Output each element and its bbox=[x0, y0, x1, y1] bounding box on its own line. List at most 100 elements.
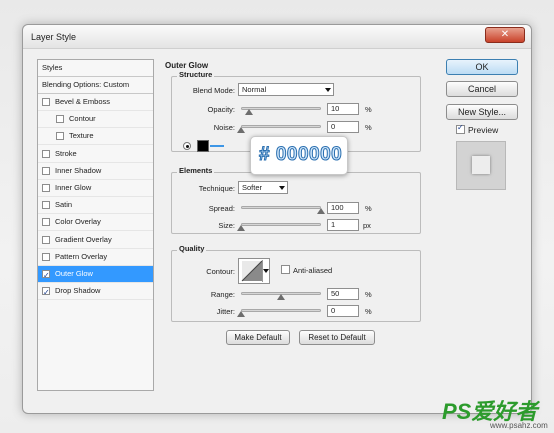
technique-label: Technique: bbox=[198, 184, 235, 193]
size-slider[interactable] bbox=[241, 223, 321, 226]
style-item[interactable]: Color Overlay bbox=[38, 214, 153, 232]
style-item-label: Bevel & Emboss bbox=[55, 97, 111, 106]
spread-slider-thumb[interactable] bbox=[317, 208, 325, 214]
range-input[interactable]: 50 bbox=[327, 288, 359, 300]
glow-color-swatch[interactable] bbox=[197, 140, 209, 152]
contour-dropdown[interactable] bbox=[262, 260, 269, 282]
styles-list-panel: Styles Blending Options: Custom Bevel & … bbox=[37, 59, 154, 391]
title-bar[interactable]: Layer Style ✕ bbox=[23, 25, 531, 49]
style-checkbox[interactable] bbox=[42, 252, 50, 261]
blend-mode-value: Normal bbox=[242, 85, 267, 94]
style-item[interactable]: Stroke bbox=[38, 146, 153, 163]
styles-header[interactable]: Styles bbox=[38, 60, 153, 77]
style-checkbox[interactable] bbox=[42, 98, 50, 106]
style-checkbox[interactable] bbox=[42, 184, 50, 192]
size-slider-thumb[interactable] bbox=[237, 225, 245, 231]
anti-aliased-label: Anti-aliased bbox=[293, 266, 333, 275]
style-item-label: Outer Glow bbox=[55, 269, 93, 278]
percent-unit: % bbox=[365, 123, 372, 132]
jitter-label: Jitter: bbox=[216, 307, 235, 316]
style-checkbox[interactable] bbox=[42, 218, 50, 227]
reset-to-default-button[interactable]: Reset to Default bbox=[299, 330, 375, 345]
close-button[interactable]: ✕ bbox=[485, 27, 525, 43]
color-callout: # 000000 bbox=[250, 136, 348, 175]
style-checkbox[interactable] bbox=[42, 149, 50, 158]
radio-dot-icon bbox=[185, 144, 189, 148]
style-checkbox[interactable] bbox=[56, 115, 64, 124]
style-item[interactable]: Pattern Overlay bbox=[38, 249, 153, 266]
style-item-label: Texture bbox=[69, 131, 94, 141]
chevron-down-icon bbox=[263, 269, 269, 273]
noise-slider[interactable] bbox=[241, 125, 321, 128]
anti-aliased-checkbox[interactable] bbox=[281, 265, 290, 274]
size-input[interactable]: 1 bbox=[327, 219, 359, 231]
style-item[interactable]: Bevel & Emboss bbox=[38, 94, 153, 111]
range-label: Range: bbox=[210, 290, 235, 299]
style-checkbox[interactable] bbox=[42, 268, 50, 284]
ok-button[interactable]: OK bbox=[446, 59, 518, 75]
spread-input[interactable]: 100 bbox=[327, 202, 359, 214]
opacity-slider-thumb[interactable] bbox=[245, 109, 253, 115]
percent-unit: % bbox=[365, 290, 372, 299]
style-item[interactable]: Outer Glow bbox=[38, 266, 153, 284]
style-item[interactable]: Drop Shadow bbox=[38, 283, 153, 301]
style-item-label: Satin bbox=[55, 200, 73, 210]
chevron-down-icon bbox=[325, 88, 331, 92]
preview-checkbox[interactable]: ✓ bbox=[456, 123, 465, 134]
style-checkbox[interactable] bbox=[42, 285, 50, 301]
style-checkbox[interactable] bbox=[42, 235, 50, 244]
style-item[interactable]: Satin bbox=[38, 197, 153, 215]
opacity-label: Opacity: bbox=[207, 105, 235, 114]
technique-value: Softer bbox=[242, 183, 263, 192]
outer-glow-title: Outer Glow bbox=[165, 61, 209, 70]
window-title: Layer Style bbox=[31, 32, 77, 42]
watermark: PS爱好者 www.psahz.com bbox=[438, 394, 554, 433]
style-item-label: Inner Shadow bbox=[55, 165, 102, 175]
opacity-slider[interactable] bbox=[241, 107, 321, 110]
color-hex-callout: # 000000 bbox=[258, 144, 343, 166]
style-item[interactable]: Texture bbox=[38, 128, 153, 146]
percent-unit: % bbox=[365, 307, 372, 316]
style-checkbox[interactable] bbox=[42, 166, 50, 175]
preview-swatch bbox=[472, 156, 490, 174]
blend-mode-select[interactable]: Normal bbox=[238, 83, 334, 96]
style-item-label: Pattern Overlay bbox=[55, 251, 108, 261]
jitter-input[interactable]: 0 bbox=[327, 305, 359, 317]
preview-thumbnail bbox=[456, 141, 506, 190]
cancel-button[interactable]: Cancel bbox=[446, 81, 518, 97]
jitter-slider[interactable] bbox=[241, 309, 321, 312]
range-slider-thumb[interactable] bbox=[277, 294, 285, 300]
style-item[interactable]: Inner Glow bbox=[38, 180, 153, 197]
style-checkbox[interactable] bbox=[56, 132, 64, 141]
style-item[interactable]: Contour bbox=[38, 111, 153, 129]
size-label: Size: bbox=[218, 221, 235, 230]
chevron-down-icon bbox=[279, 186, 285, 190]
blending-options-item[interactable]: Blending Options: Custom bbox=[38, 77, 153, 94]
noise-slider-thumb[interactable] bbox=[237, 127, 245, 133]
contour-picker[interactable] bbox=[238, 258, 270, 284]
technique-select[interactable]: Softer bbox=[238, 181, 288, 194]
percent-unit: % bbox=[365, 105, 372, 114]
style-checkbox[interactable] bbox=[42, 201, 50, 210]
spread-slider[interactable] bbox=[241, 206, 321, 209]
new-style-button[interactable]: New Style... bbox=[446, 104, 518, 120]
layer-style-dialog: Layer Style ✕ Styles Blending Options: C… bbox=[22, 24, 532, 414]
preview-label: Preview bbox=[468, 125, 499, 135]
style-item[interactable]: Inner Shadow bbox=[38, 163, 153, 180]
style-item-label: Color Overlay bbox=[55, 217, 101, 227]
close-icon: ✕ bbox=[500, 29, 510, 40]
quality-title: Quality bbox=[177, 244, 207, 253]
contour-curve-icon bbox=[241, 260, 263, 282]
style-item[interactable]: Gradient Overlay bbox=[38, 232, 153, 249]
check-icon: ✓ bbox=[457, 123, 464, 132]
style-item-label: Inner Glow bbox=[55, 183, 92, 192]
opacity-input[interactable]: 10 bbox=[327, 103, 359, 115]
style-item-label: Stroke bbox=[55, 148, 77, 158]
percent-unit: % bbox=[365, 204, 372, 213]
jitter-slider-thumb[interactable] bbox=[237, 311, 245, 317]
style-item-label: Gradient Overlay bbox=[55, 234, 112, 244]
noise-input[interactable]: 0 bbox=[327, 121, 359, 133]
callout-connector bbox=[210, 145, 224, 147]
make-default-button[interactable]: Make Default bbox=[226, 330, 290, 345]
solid-color-radio[interactable] bbox=[183, 142, 191, 150]
